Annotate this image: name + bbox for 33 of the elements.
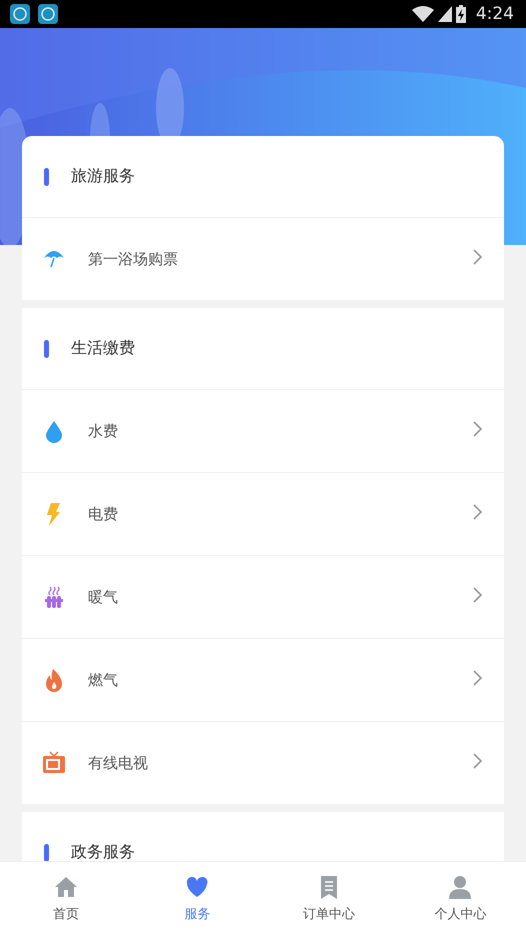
service-label: 第一浴场购票	[88, 250, 179, 268]
section-title: 旅游服务	[71, 166, 135, 187]
tab-item[interactable]: 服务	[132, 862, 263, 935]
service-label: 有线电视	[88, 754, 149, 772]
app-icon	[10, 4, 30, 24]
signal-icon	[438, 6, 452, 22]
battery-icon	[456, 5, 466, 23]
service-row[interactable]: 燃气	[22, 639, 504, 722]
tab-item[interactable]: 订单中心	[263, 862, 394, 935]
tab-item[interactable]: 个人中心	[394, 862, 526, 935]
status-time: 4:24	[476, 4, 514, 24]
tv-icon	[42, 751, 66, 775]
service-row[interactable]: 电费	[22, 473, 504, 556]
service-label: 暖气	[88, 588, 119, 606]
radiator-icon	[42, 585, 66, 609]
accent-bar	[44, 340, 49, 358]
service-row[interactable]: 水费	[22, 390, 504, 473]
service-label: 燃气	[88, 670, 119, 690]
service-row[interactable]: 暖气	[22, 556, 504, 639]
service-row[interactable]: 有线电视	[22, 722, 504, 804]
section-title: 生活缴费	[71, 338, 135, 359]
tab-item[interactable]: 首页	[0, 862, 132, 935]
person-icon	[448, 874, 472, 898]
service-label: 水费	[88, 422, 119, 440]
home-icon	[54, 874, 78, 898]
heart-icon	[185, 874, 210, 898]
service-row[interactable]: 第一浴场购票	[22, 218, 504, 300]
app-icon	[38, 4, 58, 24]
wifi-icon	[412, 6, 434, 22]
accent-bar	[44, 844, 49, 861]
accent-bar	[44, 168, 49, 186]
section-title: 政务服务	[71, 842, 135, 861]
service-label: 电费	[88, 504, 119, 524]
